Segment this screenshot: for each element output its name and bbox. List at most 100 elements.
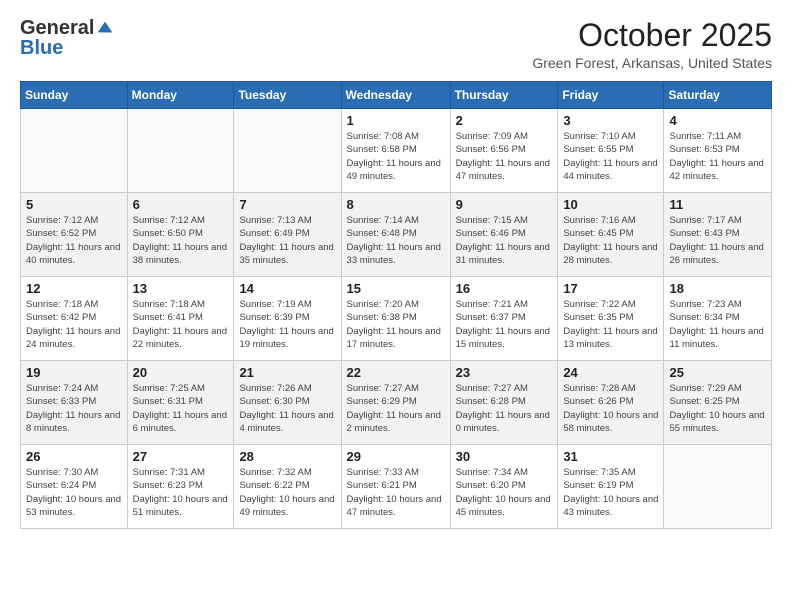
day-info: Sunrise: 7:28 AM Sunset: 6:26 PM Dayligh… [563,382,658,435]
calendar-cell: 1Sunrise: 7:08 AM Sunset: 6:58 PM Daylig… [341,109,450,193]
day-number: 31 [563,449,658,464]
day-info: Sunrise: 7:22 AM Sunset: 6:35 PM Dayligh… [563,298,658,351]
day-info: Sunrise: 7:24 AM Sunset: 6:33 PM Dayligh… [26,382,122,435]
weekday-header-thursday: Thursday [450,82,558,109]
day-number: 28 [239,449,335,464]
calendar-cell: 11 Sunrise: 7:17 AM Sunset: 6:43 PM Dayli… [664,193,772,277]
calendar-cell: 10 Sunrise: 7:16 AM Sunset: 6:45 PM Dayli… [558,193,664,277]
day-info: Sunrise: 7:33 AM Sunset: 6:21 PM Dayligh… [347,466,445,519]
day-number: 9 [456,197,553,212]
page: General Blue October 2025 Green Forest, … [0,0,792,612]
weekday-header-tuesday: Tuesday [234,82,341,109]
week-row-1: 1Sunrise: 7:08 AM Sunset: 6:58 PM Daylig… [21,109,772,193]
day-info: Sunrise: 7:35 AM Sunset: 6:19 PM Dayligh… [563,466,658,519]
day-number: 21 [239,365,335,380]
calendar-cell [664,445,772,529]
day-number: 17 [563,281,658,296]
day-number: 18 [669,281,766,296]
day-info: Sunrise: 7:13 AM Sunset: 6:49 PM Dayligh… [239,214,335,267]
header: General Blue October 2025 Green Forest, … [20,18,772,71]
weekday-header-friday: Friday [558,82,664,109]
day-number: 14 [239,281,335,296]
calendar-cell: 29 Sunrise: 7:33 AM Sunset: 6:21 PM Dayli… [341,445,450,529]
calendar-cell: 18 Sunrise: 7:23 AM Sunset: 6:34 PM Dayli… [664,277,772,361]
calendar-cell: 5Sunrise: 7:12 AM Sunset: 6:52 PM Daylig… [21,193,128,277]
day-info: Sunrise: 7:25 AM Sunset: 6:31 PM Dayligh… [133,382,229,435]
calendar-cell [127,109,234,193]
day-info: Sunrise: 7:15 AM Sunset: 6:46 PM Dayligh… [456,214,553,267]
location: Green Forest, Arkansas, United States [532,55,772,71]
day-number: 13 [133,281,229,296]
day-number: 24 [563,365,658,380]
logo-general-text: General [20,18,94,38]
calendar-cell: 12Sunrise: 7:18 AM Sunset: 6:42 PM Dayli… [21,277,128,361]
week-row-2: 5Sunrise: 7:12 AM Sunset: 6:52 PM Daylig… [21,193,772,277]
day-number: 4 [669,113,766,128]
weekday-header-wednesday: Wednesday [341,82,450,109]
day-number: 2 [456,113,553,128]
calendar-cell: 26 Sunrise: 7:30 AM Sunset: 6:24 PM Dayli… [21,445,128,529]
calendar-cell: 24 Sunrise: 7:28 AM Sunset: 6:26 PM Dayli… [558,361,664,445]
logo-blue-text: Blue [20,38,63,58]
day-info: Sunrise: 7:17 AM Sunset: 6:43 PM Dayligh… [669,214,766,267]
day-info: Sunrise: 7:32 AM Sunset: 6:22 PM Dayligh… [239,466,335,519]
calendar-cell: 3Sunrise: 7:10 AM Sunset: 6:55 PM Daylig… [558,109,664,193]
day-info: Sunrise: 7:21 AM Sunset: 6:37 PM Dayligh… [456,298,553,351]
day-number: 22 [347,365,445,380]
day-number: 26 [26,449,122,464]
day-info: Sunrise: 7:10 AM Sunset: 6:55 PM Dayligh… [563,130,658,183]
calendar-cell: 23Sunrise: 7:27 AM Sunset: 6:28 PM Dayli… [450,361,558,445]
calendar-cell [234,109,341,193]
day-number: 8 [347,197,445,212]
calendar-cell: 16Sunrise: 7:21 AM Sunset: 6:37 PM Dayli… [450,277,558,361]
day-info: Sunrise: 7:08 AM Sunset: 6:58 PM Dayligh… [347,130,445,183]
day-number: 6 [133,197,229,212]
day-info: Sunrise: 7:23 AM Sunset: 6:34 PM Dayligh… [669,298,766,351]
week-row-4: 19 Sunrise: 7:24 AM Sunset: 6:33 PM Dayli… [21,361,772,445]
day-number: 7 [239,197,335,212]
calendar-cell: 25 Sunrise: 7:29 AM Sunset: 6:25 PM Dayli… [664,361,772,445]
weekday-header-sunday: Sunday [21,82,128,109]
day-number: 25 [669,365,766,380]
calendar-cell: 2 Sunrise: 7:09 AM Sunset: 6:56 PM Daylig… [450,109,558,193]
day-number: 30 [456,449,553,464]
day-info: Sunrise: 7:26 AM Sunset: 6:30 PM Dayligh… [239,382,335,435]
day-number: 23 [456,365,553,380]
calendar: SundayMondayTuesdayWednesdayThursdayFrid… [20,81,772,529]
day-info: Sunrise: 7:18 AM Sunset: 6:42 PM Dayligh… [26,298,122,351]
day-number: 10 [563,197,658,212]
day-number: 29 [347,449,445,464]
calendar-cell: 20 Sunrise: 7:25 AM Sunset: 6:31 PM Dayli… [127,361,234,445]
logo-icon [96,18,114,36]
calendar-cell: 31 Sunrise: 7:35 AM Sunset: 6:19 PM Dayli… [558,445,664,529]
calendar-cell: 15 Sunrise: 7:20 AM Sunset: 6:38 PM Dayli… [341,277,450,361]
weekday-header-monday: Monday [127,82,234,109]
day-info: Sunrise: 7:19 AM Sunset: 6:39 PM Dayligh… [239,298,335,351]
calendar-cell: 19 Sunrise: 7:24 AM Sunset: 6:33 PM Dayli… [21,361,128,445]
weekday-header-row: SundayMondayTuesdayWednesdayThursdayFrid… [21,82,772,109]
calendar-cell: 4 Sunrise: 7:11 AM Sunset: 6:53 PM Daylig… [664,109,772,193]
calendar-cell: 6 Sunrise: 7:12 AM Sunset: 6:50 PM Daylig… [127,193,234,277]
day-info: Sunrise: 7:29 AM Sunset: 6:25 PM Dayligh… [669,382,766,435]
calendar-cell: 7 Sunrise: 7:13 AM Sunset: 6:49 PM Daylig… [234,193,341,277]
day-number: 19 [26,365,122,380]
day-info: Sunrise: 7:16 AM Sunset: 6:45 PM Dayligh… [563,214,658,267]
calendar-cell: 30 Sunrise: 7:34 AM Sunset: 6:20 PM Dayli… [450,445,558,529]
day-info: Sunrise: 7:12 AM Sunset: 6:50 PM Dayligh… [133,214,229,267]
day-info: Sunrise: 7:30 AM Sunset: 6:24 PM Dayligh… [26,466,122,519]
day-info: Sunrise: 7:11 AM Sunset: 6:53 PM Dayligh… [669,130,766,183]
week-row-5: 26 Sunrise: 7:30 AM Sunset: 6:24 PM Dayli… [21,445,772,529]
day-info: Sunrise: 7:20 AM Sunset: 6:38 PM Dayligh… [347,298,445,351]
day-info: Sunrise: 7:34 AM Sunset: 6:20 PM Dayligh… [456,466,553,519]
day-number: 11 [669,197,766,212]
day-number: 27 [133,449,229,464]
day-info: Sunrise: 7:09 AM Sunset: 6:56 PM Dayligh… [456,130,553,183]
title-section: October 2025 Green Forest, Arkansas, Uni… [532,18,772,71]
calendar-cell: 8 Sunrise: 7:14 AM Sunset: 6:48 PM Daylig… [341,193,450,277]
calendar-cell: 14 Sunrise: 7:19 AM Sunset: 6:39 PM Dayli… [234,277,341,361]
logo: General Blue [20,18,114,58]
day-info: Sunrise: 7:14 AM Sunset: 6:48 PM Dayligh… [347,214,445,267]
day-number: 15 [347,281,445,296]
day-number: 20 [133,365,229,380]
calendar-cell: 22Sunrise: 7:27 AM Sunset: 6:29 PM Dayli… [341,361,450,445]
